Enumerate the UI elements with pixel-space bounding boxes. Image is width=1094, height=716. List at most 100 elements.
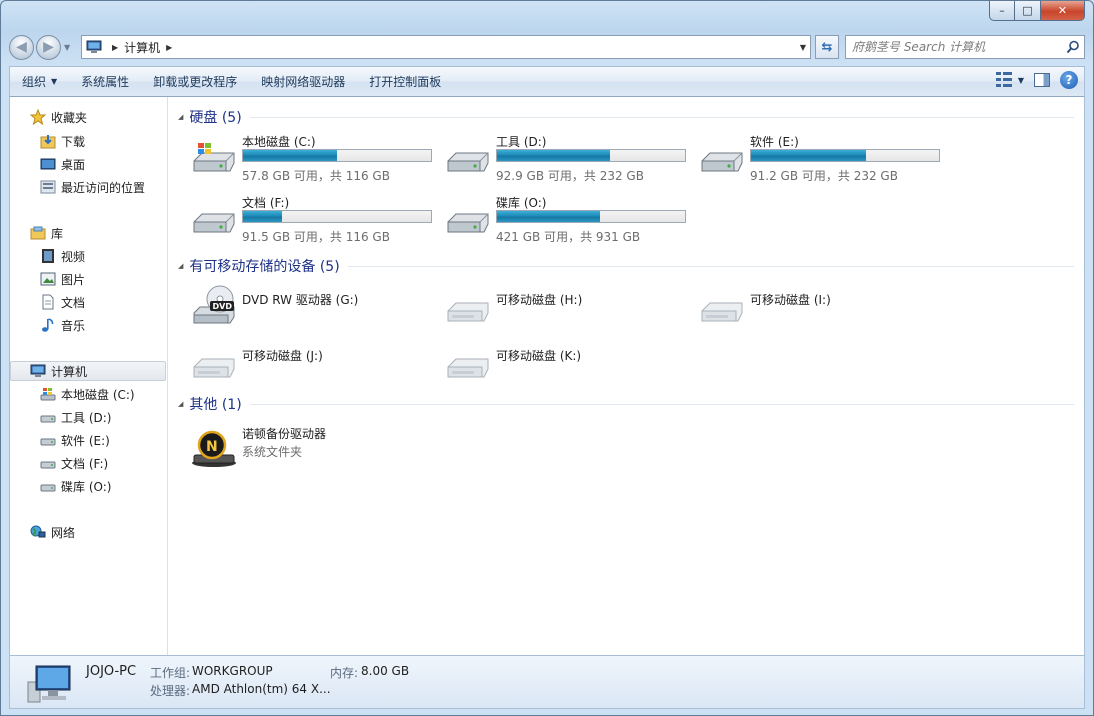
sidebar-item-label: 软件 (E:)	[61, 433, 110, 448]
search-icon[interactable]	[1066, 40, 1080, 54]
section-header-removable[interactable]: ◢ 有可移动存储的设备 (5)	[178, 256, 1074, 276]
open-control-panel-button[interactable]: 打开控制面板	[357, 67, 453, 96]
breadcrumb-arrow-icon[interactable]: ▶	[112, 43, 118, 52]
drive-usage-fill	[497, 211, 601, 222]
sidebar-item-drive-c[interactable]: 本地磁盘 (C:)	[40, 384, 135, 404]
content-area: 收藏夹 下载 桌面 最近访问的位置 库 视频 图片 文档 音乐 计算机 本地磁盘…	[9, 97, 1085, 655]
hard-drive-icon	[701, 152, 743, 172]
dvd-drive-item[interactable]: DVD DVD RW 驱动器 (G:)	[190, 285, 440, 331]
navigation-pane: 收藏夹 下载 桌面 最近访问的位置 库 视频 图片 文档 音乐 计算机 本地磁盘…	[10, 97, 168, 655]
preview-pane-icon[interactable]	[1034, 73, 1050, 87]
drive-usage-bar	[242, 210, 432, 223]
sidebar-item-label: 工具 (D:)	[61, 410, 112, 425]
breadcrumb-computer[interactable]: 计算机	[124, 39, 160, 56]
drive-item[interactable]: 工具 (D:) 92.9 GB 可用，共 232 GB	[444, 133, 694, 189]
collapse-triangle-icon[interactable]: ◢	[178, 113, 183, 121]
search-box[interactable]	[845, 35, 1085, 59]
sidebar-item-label: 库	[51, 226, 64, 241]
sidebar-item-drive-e[interactable]: 软件 (E:)	[40, 430, 110, 450]
back-arrow-icon[interactable]: ◀	[9, 34, 34, 60]
sidebar-item-libraries[interactable]: 库	[30, 223, 63, 243]
removable-disk-item[interactable]: 可移动磁盘 (H:)	[444, 285, 694, 331]
section-title: 其他 (1)	[189, 397, 242, 413]
drive-usage-bar	[750, 149, 940, 162]
sidebar-item-drive-o[interactable]: 碟库 (O:)	[40, 476, 111, 496]
sidebar-item-downloads[interactable]: 下载	[40, 131, 85, 151]
sidebar-item-label: 文档	[61, 295, 86, 310]
sidebar-item-desktop[interactable]: 桌面	[40, 154, 85, 174]
norton-backup-drive-item[interactable]: N 诺顿备份驱动器 系统文件夹	[190, 421, 440, 477]
sidebar-item-documents[interactable]: 文档	[40, 292, 85, 312]
removable-disk-icon	[447, 302, 489, 322]
drive-free-space: 92.9 GB 可用，共 232 GB	[496, 169, 644, 183]
change-view-icon[interactable]	[995, 72, 1012, 88]
drive-name: 软件 (E:)	[750, 135, 799, 149]
drive-usage-bar	[496, 149, 686, 162]
video-icon	[42, 249, 54, 263]
drive-free-space: 57.8 GB 可用，共 116 GB	[242, 169, 390, 183]
sidebar-item-label: 文档 (F:)	[61, 456, 109, 471]
section-header-other[interactable]: ◢ 其他 (1)	[178, 394, 1074, 414]
sidebar-item-label: 碟库 (O:)	[61, 479, 112, 494]
details-pane: JOJO-PC 工作组: WORKGROUP 内存: 8.00 GB 处理器: …	[9, 655, 1085, 709]
removable-disk-item[interactable]: 可移动磁盘 (K:)	[444, 341, 694, 387]
breadcrumb-arrow-icon[interactable]: ▶	[166, 43, 172, 52]
address-bar[interactable]: ▶ 计算机 ▶ ▼	[81, 35, 811, 59]
sidebar-item-network[interactable]: 网络	[30, 522, 75, 542]
dvd-drive-icon: DVD	[193, 285, 235, 324]
close-button[interactable]: ✕	[1041, 1, 1085, 21]
drive-name: 可移动磁盘 (I:)	[750, 293, 831, 307]
uninstall-program-button[interactable]: 卸载或更改程序	[141, 67, 249, 96]
system-properties-button[interactable]: 系统属性	[69, 67, 141, 96]
hard-drive-icon	[40, 438, 56, 446]
computer-icon	[30, 364, 46, 377]
map-network-drive-button[interactable]: 映射网络驱动器	[249, 67, 357, 96]
workgroup-value: WORKGROUP	[192, 664, 273, 678]
refresh-icon[interactable]: ⇆	[815, 35, 839, 59]
chevron-down-icon[interactable]: ▼	[1018, 76, 1024, 85]
drive-item[interactable]: 本地磁盘 (C:) 57.8 GB 可用，共 116 GB	[190, 133, 440, 189]
drive-name: 本地磁盘 (C:)	[242, 135, 316, 149]
drive-name: 可移动磁盘 (J:)	[242, 349, 323, 363]
removable-disk-item[interactable]: 可移动磁盘 (I:)	[698, 285, 948, 331]
libraries-icon	[30, 226, 46, 240]
sidebar-item-music[interactable]: 音乐	[40, 315, 85, 335]
sidebar-item-computer[interactable]: 计算机	[10, 361, 166, 381]
workgroup-label: 工作组:	[150, 666, 191, 680]
network-globe-icon	[30, 525, 46, 538]
recent-pages-dropdown[interactable]: ▼	[64, 43, 70, 52]
drive-item[interactable]: 文档 (F:) 91.5 GB 可用，共 116 GB	[190, 194, 440, 250]
address-dropdown-icon[interactable]: ▼	[800, 43, 806, 52]
forward-arrow-icon[interactable]: ▶	[36, 34, 61, 60]
sidebar-item-label: 计算机	[51, 364, 88, 379]
sidebar-item-pictures[interactable]: 图片	[40, 269, 85, 289]
organize-button[interactable]: 组织 ▼	[10, 67, 69, 96]
drive-name: 可移动磁盘 (K:)	[496, 349, 582, 363]
drive-item[interactable]: 软件 (E:) 91.2 GB 可用，共 232 GB	[698, 133, 948, 189]
windows-drive-icon	[193, 143, 235, 172]
picture-icon	[40, 272, 56, 286]
minimize-button[interactable]: –	[989, 1, 1015, 21]
sidebar-item-label: 视频	[61, 249, 86, 264]
drive-item[interactable]: 碟库 (O:) 421 GB 可用，共 931 GB	[444, 194, 694, 250]
section-header-hard-drives[interactable]: ◢ 硬盘 (5)	[178, 107, 1074, 127]
removable-disk-item[interactable]: 可移动磁盘 (J:)	[190, 341, 440, 387]
drive-subtitle: 系统文件夹	[242, 445, 303, 459]
sidebar-item-favorites[interactable]: 收藏夹	[30, 107, 87, 127]
drive-name: 碟库 (O:)	[496, 196, 547, 210]
maximize-button[interactable]: □	[1015, 1, 1041, 21]
sidebar-item-drive-d[interactable]: 工具 (D:)	[40, 407, 111, 427]
section-divider	[249, 403, 1074, 405]
search-input[interactable]	[852, 40, 1062, 54]
collapse-triangle-icon[interactable]: ◢	[178, 400, 183, 408]
sidebar-item-videos[interactable]: 视频	[40, 246, 85, 266]
collapse-triangle-icon[interactable]: ◢	[178, 262, 183, 270]
sidebar-item-drive-f[interactable]: 文档 (F:)	[40, 453, 108, 473]
sidebar-item-recent-places[interactable]: 最近访问的位置	[40, 177, 145, 197]
music-note-icon	[42, 318, 54, 332]
document-icon	[42, 294, 54, 310]
memory-label: 内存:	[330, 666, 359, 680]
sidebar-item-label: 桌面	[61, 157, 86, 172]
help-icon[interactable]: ?	[1060, 71, 1078, 89]
svg-text:DVD: DVD	[213, 302, 233, 311]
